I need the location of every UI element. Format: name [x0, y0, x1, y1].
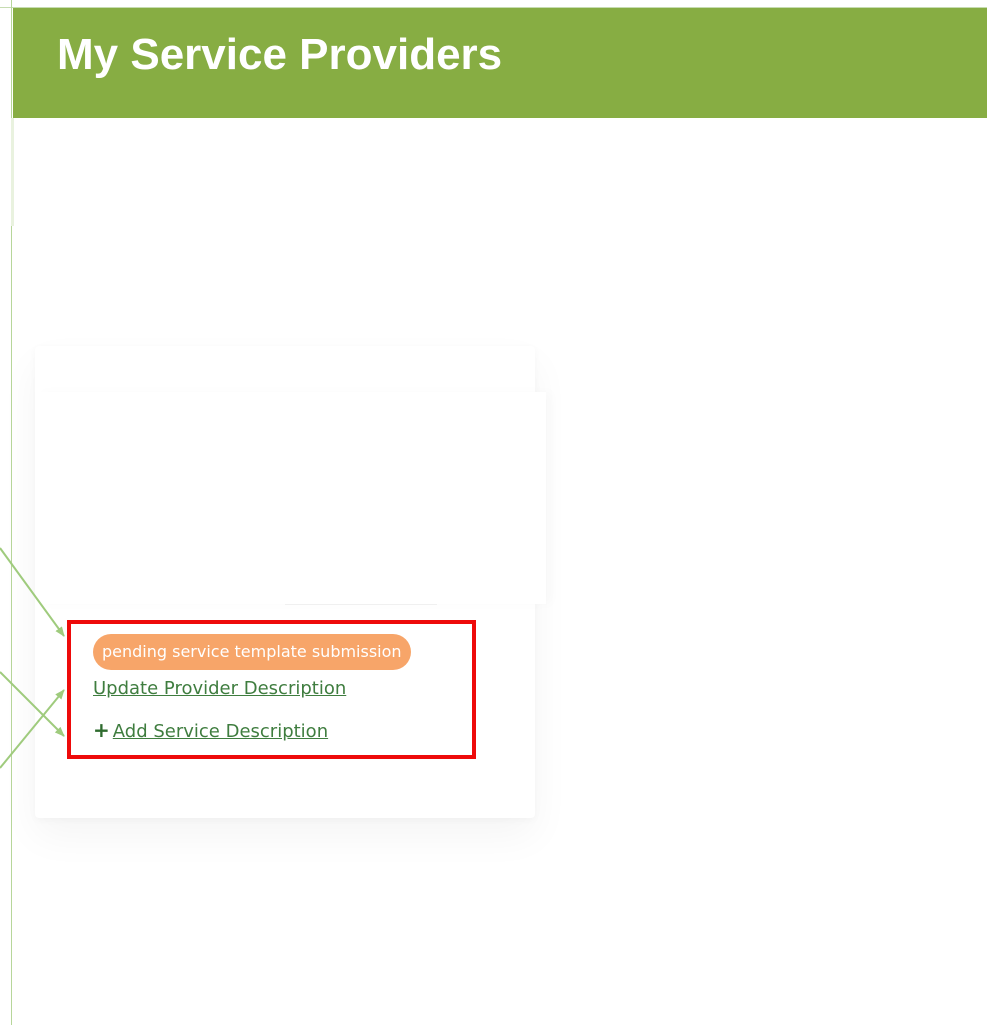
header-side-shade [11, 118, 14, 226]
page-title: My Service Providers [57, 30, 503, 79]
provider-card-image-area [36, 392, 546, 604]
page: My Service Providers pending service tem… [0, 0, 987, 1025]
page-header: My Service Providers [13, 8, 987, 118]
provider-card-divider [285, 604, 437, 605]
highlight-box [67, 620, 476, 759]
